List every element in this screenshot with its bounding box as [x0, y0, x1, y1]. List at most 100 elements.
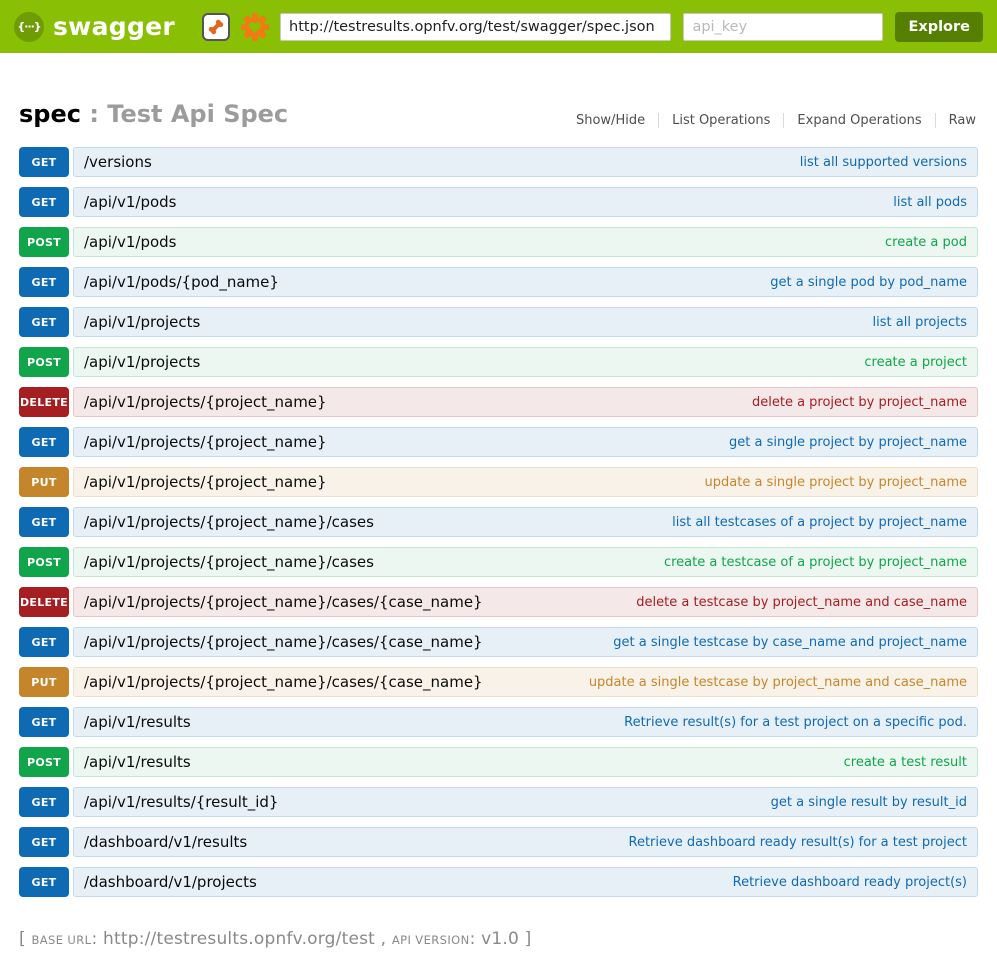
explore-button[interactable]: Explore: [895, 12, 983, 42]
endpoint-path[interactable]: /api/v1/pods: [84, 193, 177, 211]
endpoint-row-body: /api/v1/projects create a project: [73, 347, 978, 377]
endpoint-row[interactable]: GET /api/v1/projects/{project_name}/case…: [19, 627, 978, 657]
endpoint-row[interactable]: GET /api/v1/projects/{project_name} get …: [19, 427, 978, 457]
endpoint-description[interactable]: get a single result by result_id: [771, 795, 967, 810]
endpoint-description[interactable]: get a single pod by pod_name: [770, 275, 967, 290]
endpoint-path[interactable]: /api/v1/pods: [84, 233, 177, 251]
endpoint-description[interactable]: create a test result: [844, 755, 967, 770]
endpoint-path[interactable]: /api/v1/projects/{project_name}: [84, 393, 327, 411]
method-badge: GET: [19, 787, 69, 817]
endpoint-description[interactable]: update a single testcase by project_name…: [589, 675, 967, 690]
brand-title: swagger: [53, 12, 175, 41]
endpoint-row[interactable]: GET /api/v1/pods/{pod_name} get a single…: [19, 267, 978, 297]
list-operations-link[interactable]: List Operations: [659, 113, 784, 128]
method-badge: GET: [19, 507, 69, 537]
endpoint-description[interactable]: list all projects: [873, 315, 967, 330]
endpoint-row-body: /api/v1/projects/{project_name}/cases li…: [73, 507, 978, 537]
endpoint-path[interactable]: /dashboard/v1/results: [84, 833, 247, 851]
endpoint-description[interactable]: create a pod: [885, 235, 967, 250]
endpoint-row-body: /api/v1/projects/{project_name}/cases/{c…: [73, 587, 978, 617]
method-badge: GET: [19, 147, 69, 177]
endpoint-path[interactable]: /api/v1/results/{result_id}: [84, 793, 278, 811]
brand: {···} swagger: [14, 12, 175, 42]
endpoint-description[interactable]: Retrieve result(s) for a test project on…: [624, 715, 967, 730]
show-hide-link[interactable]: Show/Hide: [563, 113, 659, 128]
endpoint-description[interactable]: list all supported versions: [800, 155, 967, 170]
method-badge: PUT: [19, 467, 69, 497]
endpoint-row-body: /dashboard/v1/projects Retrieve dashboar…: [73, 867, 978, 897]
endpoint-description[interactable]: list all pods: [893, 195, 967, 210]
endpoint-path[interactable]: /api/v1/projects/{project_name}/cases: [84, 553, 374, 571]
base-url-footer: [ BASE URL: http://testresults.opnfv.org…: [19, 929, 978, 949]
endpoint-row[interactable]: PUT /api/v1/projects/{project_name} upda…: [19, 467, 978, 497]
base-url-label: BASE URL: [31, 933, 91, 947]
resource-description: Test Api Spec: [107, 100, 288, 128]
page-title: spec : Test Api Spec: [19, 100, 288, 128]
method-badge: POST: [19, 227, 69, 257]
endpoint-path[interactable]: /api/v1/projects/{project_name}: [84, 433, 327, 451]
endpoint-path[interactable]: /api/v1/projects: [84, 353, 200, 371]
raw-link[interactable]: Raw: [936, 113, 978, 128]
resource-name-link[interactable]: spec: [19, 100, 81, 128]
method-badge: GET: [19, 267, 69, 297]
endpoint-row[interactable]: GET /dashboard/v1/results Retrieve dashb…: [19, 827, 978, 857]
endpoint-description[interactable]: Retrieve dashboard ready project(s): [733, 875, 967, 890]
endpoint-description[interactable]: delete a project by project_name: [752, 395, 967, 410]
endpoint-row[interactable]: POST /api/v1/projects create a project: [19, 347, 978, 377]
footer-open-bracket: [: [19, 929, 26, 949]
method-badge: GET: [19, 427, 69, 457]
endpoint-path[interactable]: /api/v1/projects/{project_name}/cases/{c…: [84, 593, 483, 611]
endpoint-path[interactable]: /api/v1/results: [84, 713, 191, 731]
expand-operations-link[interactable]: Expand Operations: [784, 113, 935, 128]
method-badge: GET: [19, 827, 69, 857]
method-badge: GET: [19, 707, 69, 737]
endpoint-path[interactable]: /versions: [84, 153, 152, 171]
endpoint-row[interactable]: POST /api/v1/projects/{project_name}/cas…: [19, 547, 978, 577]
endpoint-row[interactable]: GET /api/v1/pods list all pods: [19, 187, 978, 217]
endpoint-row-body: /api/v1/pods list all pods: [73, 187, 978, 217]
endpoint-description[interactable]: update a single project by project_name: [705, 475, 967, 490]
endpoint-row[interactable]: GET /versions list all supported version…: [19, 147, 978, 177]
endpoint-row[interactable]: GET /api/v1/projects list all projects: [19, 307, 978, 337]
endpoint-description[interactable]: list all testcases of a project by proje…: [672, 515, 967, 530]
endpoint-row[interactable]: GET /api/v1/projects/{project_name}/case…: [19, 507, 978, 537]
endpoint-path[interactable]: /api/v1/pods/{pod_name}: [84, 273, 279, 291]
endpoint-path[interactable]: /api/v1/projects/{project_name}: [84, 473, 327, 491]
endpoint-path[interactable]: /api/v1/results: [84, 753, 191, 771]
gear-heart-icon[interactable]: [239, 11, 271, 43]
endpoint-description[interactable]: get a single project by project_name: [729, 435, 967, 450]
footer-separator: ,: [375, 929, 392, 949]
endpoint-row[interactable]: GET /dashboard/v1/projects Retrieve dash…: [19, 867, 978, 897]
resource-actions: Show/Hide List Operations Expand Operati…: [563, 113, 978, 128]
resource-heading: spec : Test Api Spec Show/Hide List Oper…: [19, 100, 978, 128]
footer-colon-2: :: [470, 929, 482, 949]
endpoint-description[interactable]: create a project: [864, 355, 967, 370]
endpoint-row[interactable]: GET /api/v1/results Retrieve result(s) f…: [19, 707, 978, 737]
endpoint-row[interactable]: POST /api/v1/results create a test resul…: [19, 747, 978, 777]
endpoint-path[interactable]: /api/v1/projects/{project_name}/cases/{c…: [84, 673, 483, 691]
endpoint-path[interactable]: /dashboard/v1/projects: [84, 873, 257, 891]
endpoint-description[interactable]: create a testcase of a project by projec…: [664, 555, 967, 570]
endpoint-row-body: /api/v1/pods create a pod: [73, 227, 978, 257]
endpoint-description[interactable]: delete a testcase by project_name and ca…: [636, 595, 967, 610]
endpoint-row[interactable]: GET /api/v1/results/{result_id} get a si…: [19, 787, 978, 817]
endpoint-description[interactable]: get a single testcase by case_name and p…: [613, 635, 967, 650]
api-key-input[interactable]: [683, 13, 883, 41]
endpoint-row[interactable]: DELETE /api/v1/projects/{project_name} d…: [19, 387, 978, 417]
endpoint-row[interactable]: PUT /api/v1/projects/{project_name}/case…: [19, 667, 978, 697]
endpoint-path[interactable]: /api/v1/projects/{project_name}/cases/{c…: [84, 633, 483, 651]
bone-bookmarklet-button[interactable]: [202, 13, 230, 41]
api-version-label: API VERSION: [392, 933, 470, 947]
api-resource-section: spec : Test Api Spec Show/Hide List Oper…: [0, 100, 997, 897]
method-badge: POST: [19, 747, 69, 777]
footer-colon: :: [91, 929, 103, 949]
endpoint-row-body: /api/v1/projects/{project_name}/cases/{c…: [73, 667, 978, 697]
endpoint-row[interactable]: DELETE /api/v1/projects/{project_name}/c…: [19, 587, 978, 617]
method-badge: GET: [19, 307, 69, 337]
spec-url-input[interactable]: [280, 13, 671, 41]
endpoint-row[interactable]: POST /api/v1/pods create a pod: [19, 227, 978, 257]
endpoint-description[interactable]: Retrieve dashboard ready result(s) for a…: [629, 835, 967, 850]
endpoint-path[interactable]: /api/v1/projects/{project_name}/cases: [84, 513, 374, 531]
endpoint-path[interactable]: /api/v1/projects: [84, 313, 200, 331]
method-badge: POST: [19, 347, 69, 377]
